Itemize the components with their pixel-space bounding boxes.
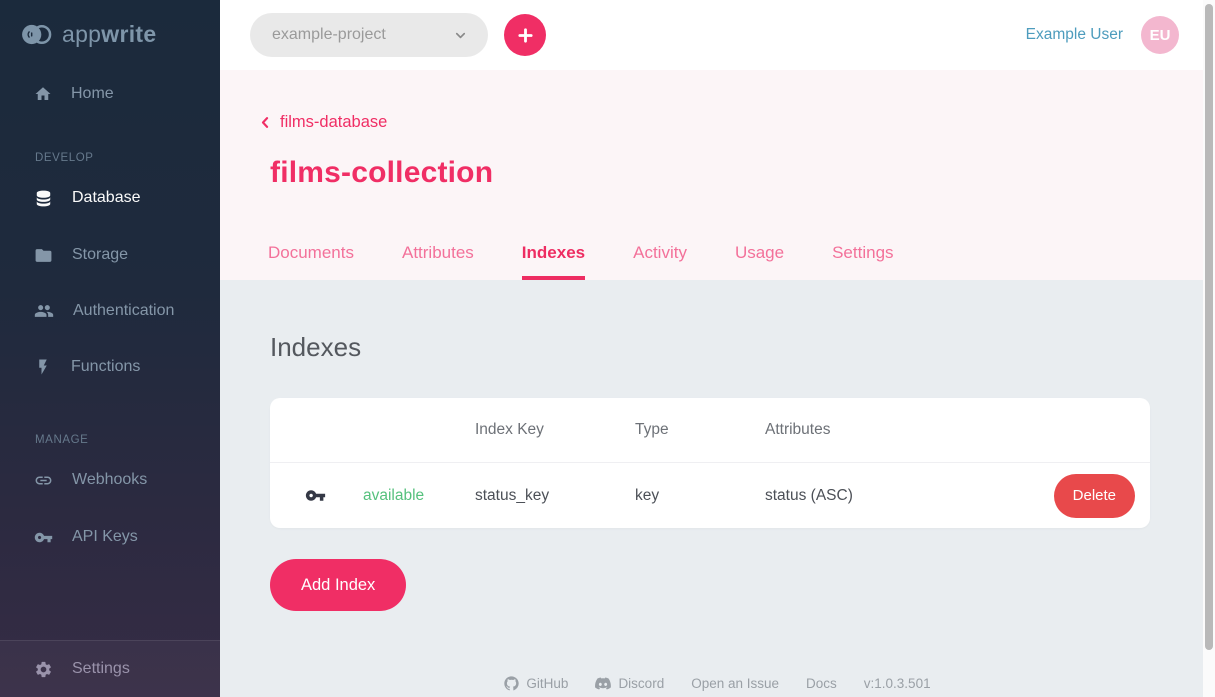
sidebar-item-home[interactable]: Home — [0, 74, 220, 114]
section-heading: Indexes — [270, 332, 1165, 363]
table-header-row: Index Key Type Attributes — [270, 398, 1150, 462]
link-icon — [34, 471, 53, 490]
home-icon — [34, 85, 52, 103]
topbar-user-area: Example User EU — [1026, 16, 1179, 54]
sidebar-item-label: Webhooks — [72, 471, 147, 489]
index-key-icon — [305, 485, 363, 506]
sidebar-item-label: Storage — [72, 246, 128, 264]
footer-link-label: Discord — [618, 676, 664, 691]
scrollbar-track[interactable] — [1203, 0, 1215, 697]
github-icon — [504, 676, 519, 691]
cell-index-key: status_key — [475, 487, 635, 505]
sidebar-section-manage: MANAGE — [0, 434, 220, 446]
add-project-button[interactable] — [504, 14, 546, 56]
sidebar-item-functions[interactable]: Functions — [0, 347, 220, 387]
version-label: v:1.0.3.501 — [864, 676, 931, 691]
table-row: available status_key key status (ASC) De… — [270, 462, 1150, 528]
database-icon — [34, 189, 53, 208]
sidebar-item-label: Database — [72, 189, 141, 207]
discord-icon — [595, 677, 611, 690]
breadcrumb[interactable]: films-database — [258, 113, 1215, 132]
sidebar-item-label: Authentication — [73, 302, 174, 320]
sidebar-item-webhooks[interactable]: Webhooks — [0, 460, 220, 500]
tab-indexes[interactable]: Indexes — [522, 243, 585, 280]
cell-attributes: status (ASC) — [765, 487, 1039, 505]
footer-link-label: Open an Issue — [691, 676, 779, 691]
chevron-left-icon — [258, 115, 273, 130]
tab-bar: Documents Attributes Indexes Activity Us… — [268, 243, 894, 280]
lightning-icon — [34, 358, 52, 376]
appwrite-logo-icon — [20, 22, 53, 47]
key-icon — [34, 528, 53, 547]
tab-attributes[interactable]: Attributes — [402, 243, 474, 280]
footer-discord-link[interactable]: Discord — [595, 676, 664, 691]
footer-link-label: Docs — [806, 676, 837, 691]
indexes-table: Index Key Type Attributes available stat… — [270, 398, 1150, 528]
avatar[interactable]: EU — [1141, 16, 1179, 54]
plus-icon — [517, 27, 534, 44]
sidebar-item-settings[interactable]: Settings — [0, 649, 220, 689]
sidebar-item-label: Functions — [71, 358, 140, 376]
gear-icon — [34, 660, 53, 679]
footer-docs-link[interactable]: Docs — [806, 676, 837, 691]
col-type: Type — [635, 421, 765, 439]
appwrite-logo: appwrite — [0, 0, 220, 66]
sidebar-item-database[interactable]: Database — [0, 178, 220, 218]
sidebar: appwrite Home DEVELOP Database Storage A… — [0, 0, 220, 697]
page-title: films-collection — [270, 156, 1215, 190]
tab-usage[interactable]: Usage — [735, 243, 784, 280]
cell-type: key — [635, 487, 765, 505]
sidebar-item-storage[interactable]: Storage — [0, 235, 220, 275]
status-badge: available — [363, 487, 475, 505]
add-index-button[interactable]: Add Index — [270, 559, 406, 611]
project-select[interactable]: example-project — [250, 13, 488, 57]
project-select-value: example-project — [272, 26, 386, 44]
main-column: example-project Example User EU films-da… — [220, 0, 1215, 697]
users-icon — [34, 301, 54, 321]
sidebar-item-authentication[interactable]: Authentication — [0, 291, 220, 331]
user-name-link[interactable]: Example User — [1026, 26, 1123, 44]
page-header: films-database films-collection Document… — [220, 70, 1215, 280]
sidebar-item-label: Settings — [72, 660, 130, 678]
appwrite-logo-text: appwrite — [62, 21, 156, 48]
tab-documents[interactable]: Documents — [268, 243, 354, 280]
scrollbar-thumb[interactable] — [1205, 4, 1213, 650]
sidebar-section-develop: DEVELOP — [0, 152, 220, 164]
topbar: example-project Example User EU — [220, 0, 1215, 70]
folder-icon — [34, 246, 53, 265]
footer-github-link[interactable]: GitHub — [504, 676, 568, 691]
footer-link-label: GitHub — [526, 676, 568, 691]
tab-activity[interactable]: Activity — [633, 243, 687, 280]
breadcrumb-label: films-database — [280, 113, 387, 132]
sidebar-item-label: API Keys — [72, 528, 138, 546]
sidebar-settings-block: Settings — [0, 640, 220, 697]
tab-settings[interactable]: Settings — [832, 243, 893, 280]
footer-open-issue-link[interactable]: Open an Issue — [691, 676, 779, 691]
footer: GitHub Discord Open an Issue Docs v:1.0.… — [504, 676, 930, 697]
delete-button[interactable]: Delete — [1054, 474, 1135, 518]
sidebar-item-api-keys[interactable]: API Keys — [0, 517, 220, 557]
main-content: Indexes Index Key Type Attributes availa… — [220, 280, 1215, 697]
col-index-key: Index Key — [475, 421, 635, 439]
sidebar-item-label: Home — [71, 85, 114, 103]
chevron-down-icon — [453, 28, 468, 43]
col-attributes: Attributes — [765, 421, 1039, 439]
